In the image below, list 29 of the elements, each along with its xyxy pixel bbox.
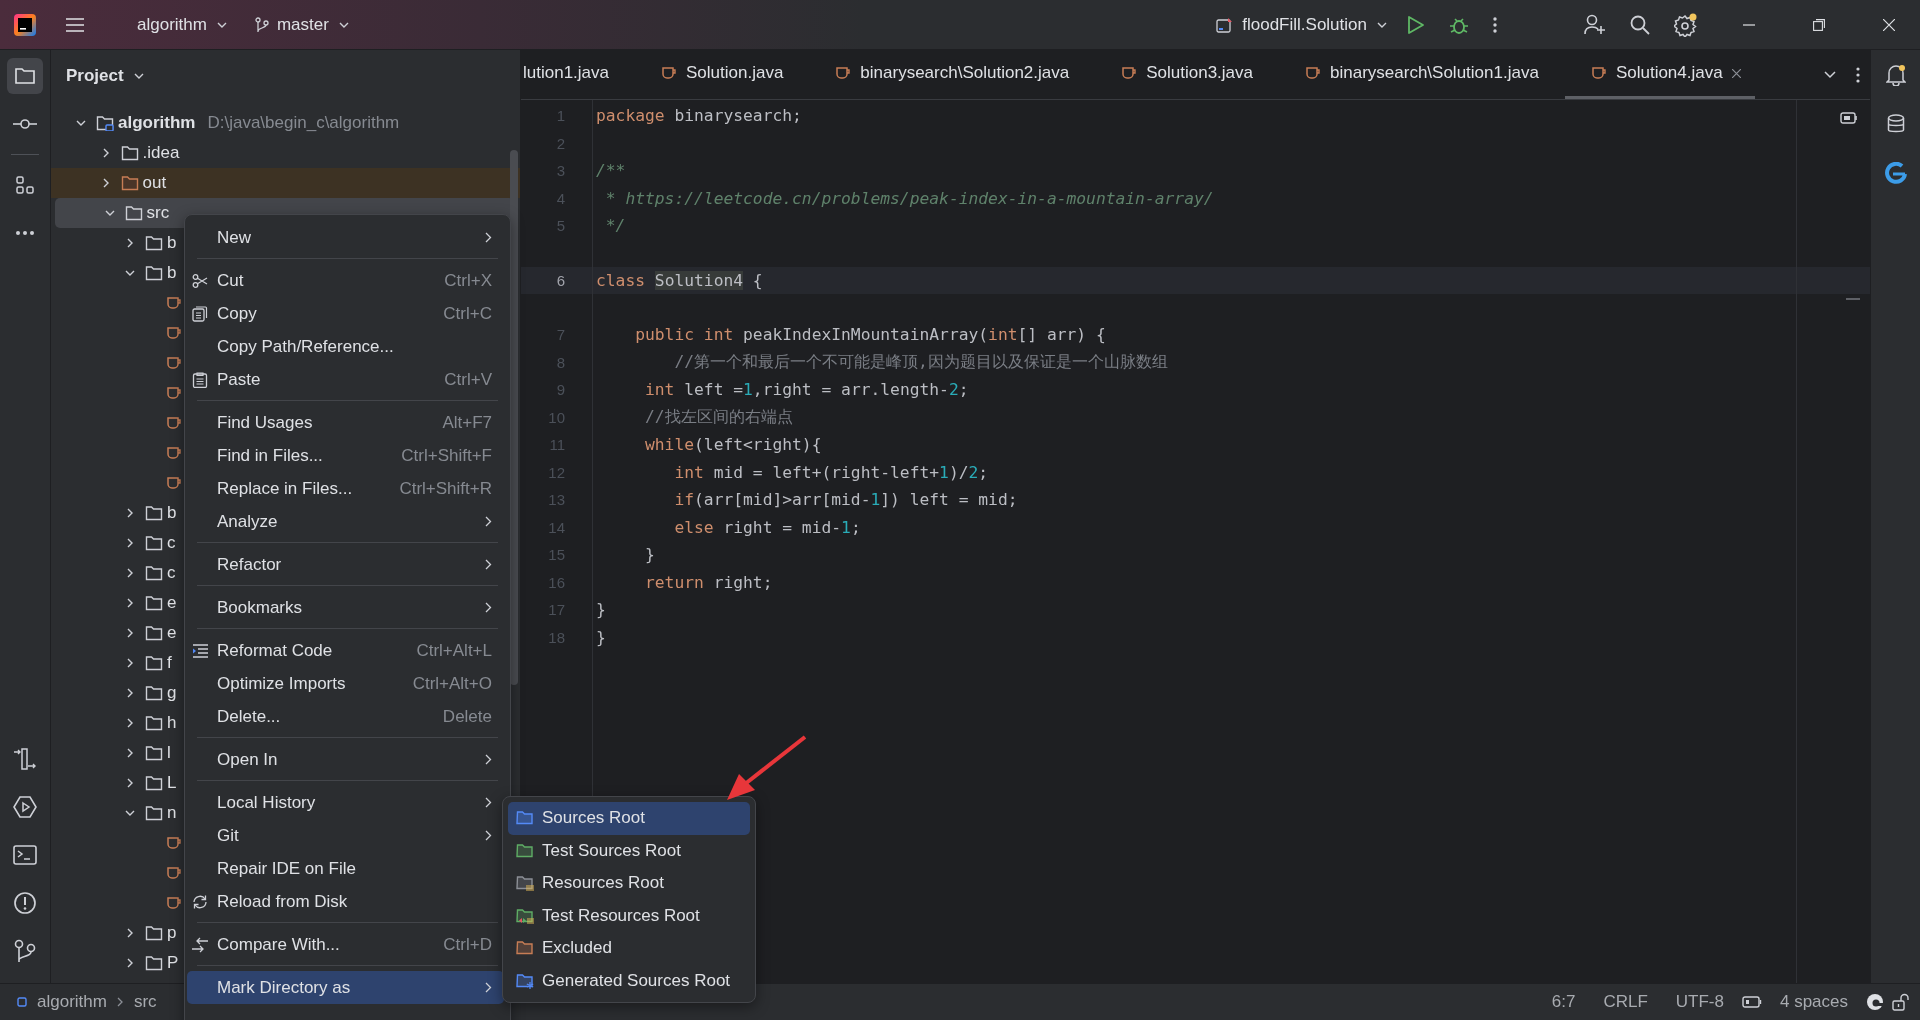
code-line: else right = mid-1; bbox=[673, 517, 861, 537]
shortcut-text: Ctrl+X bbox=[444, 270, 492, 291]
shortcut-text: Ctrl+Shift+R bbox=[399, 478, 492, 499]
shortcut-text: Delete bbox=[442, 706, 492, 727]
code-line: while(left<right){ bbox=[644, 435, 822, 455]
code-line: return right; bbox=[644, 572, 773, 592]
shortcut-text: Ctrl+D bbox=[443, 934, 492, 955]
code-line: /** bbox=[596, 161, 626, 181]
code-line: } bbox=[644, 545, 655, 565]
code-line: class Solution4 { bbox=[596, 270, 763, 290]
code-line: } bbox=[596, 627, 606, 647]
code-line: * https://leetcode.cn/problems/peak-index-in-a-mountain-array/ bbox=[604, 188, 1214, 208]
code-line: int mid = left+(right-left+1)/2; bbox=[673, 462, 989, 482]
code-line: //第一个和最后一个不可能是峰顶,因为题目以及保证是一个山脉数组 bbox=[673, 351, 1168, 374]
code-line: } bbox=[596, 600, 606, 620]
code-line: int left =1,right = arr.length-2; bbox=[644, 380, 969, 400]
line-number: 6 bbox=[555, 271, 565, 289]
code-line: if(arr[mid]>arr[mid-1]) left = mid; bbox=[673, 490, 1018, 510]
code-line: package binarysearch; bbox=[596, 106, 802, 126]
code-line: //找左区间的右端点 bbox=[644, 406, 793, 429]
project-path: D:\java\begin_c\algorithm bbox=[207, 113, 400, 133]
shortcut-text: Alt+F7 bbox=[442, 412, 492, 433]
code-line: public int peakIndexInMountainArray(int[] arr) { bbox=[634, 325, 1106, 345]
shortcut-text: Ctrl+C bbox=[443, 303, 492, 324]
shortcut-text: Ctrl+V bbox=[444, 369, 492, 390]
code-line: */ bbox=[604, 216, 626, 236]
shortcut-text: Ctrl+Shift+F bbox=[401, 445, 492, 466]
shortcut-text: Ctrl+Alt+L bbox=[416, 640, 492, 661]
shortcut-text: Ctrl+Alt+O bbox=[412, 673, 492, 694]
